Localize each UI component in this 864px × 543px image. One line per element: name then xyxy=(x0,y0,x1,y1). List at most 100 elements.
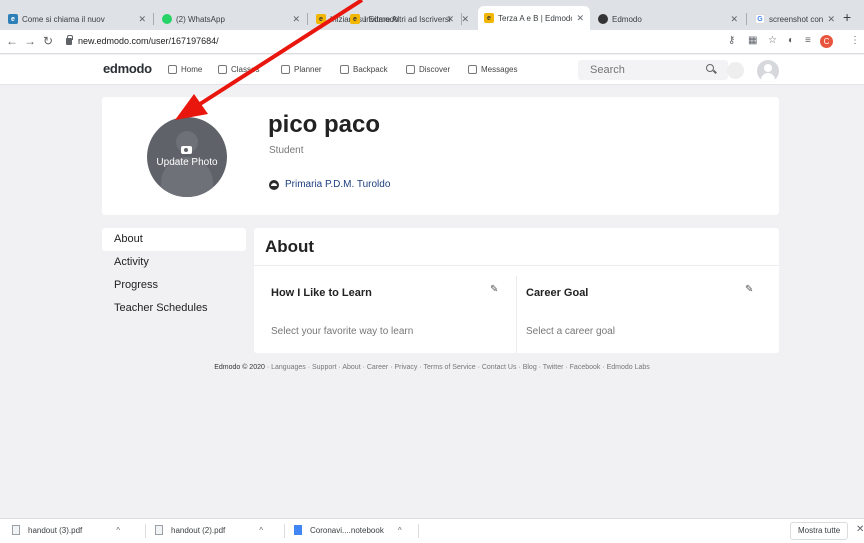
profile-role: Student xyxy=(269,145,304,156)
home-icon xyxy=(168,65,177,74)
browser-tab[interactable]: (2) WhatsApp ✕ xyxy=(156,8,306,30)
planner-icon xyxy=(281,65,290,74)
browser-tab-strip: e Come si chiama il nuov ✕ (2) WhatsApp … xyxy=(0,0,864,30)
logo[interactable]: edmodo xyxy=(103,61,152,76)
chevron-up-icon[interactable]: ^ xyxy=(398,526,402,535)
divider xyxy=(516,276,517,353)
browser-toolbar: ← → ↻ new.edmodo.com/user/167197684/ ⚷ ▦… xyxy=(0,30,864,54)
school-name: Primaria P.D.M. Turoldo xyxy=(285,179,391,190)
discover-icon xyxy=(406,65,415,74)
search-icon[interactable] xyxy=(706,64,714,72)
close-icon[interactable]: ✕ xyxy=(856,524,864,535)
back-arrow-icon[interactable]: ← xyxy=(6,34,18,48)
side-menu-progress[interactable]: Progress xyxy=(102,274,246,297)
nav-label: Discover xyxy=(419,65,451,74)
messages-icon xyxy=(468,65,477,74)
profile-name: pico paco xyxy=(268,111,381,138)
update-photo-button[interactable]: Update Photo xyxy=(147,117,227,197)
tab-title: Edmodo xyxy=(612,14,642,24)
nav-label: Home xyxy=(181,65,203,74)
download-item[interactable]: Coronavi....notebook ^ xyxy=(294,525,402,535)
school-link[interactable]: Primaria P.D.M. Turoldo xyxy=(269,179,390,190)
footer-links[interactable]: Languages · Support · About · Career · P… xyxy=(271,364,650,371)
edmodo-icon: e xyxy=(484,13,494,23)
update-photo-label: Update Photo xyxy=(156,157,218,168)
side-menu-about[interactable]: About xyxy=(102,228,246,251)
notification-icon[interactable] xyxy=(727,62,744,79)
downloads-bar: handout (3).pdf ^ handout (2).pdf ^ Coro… xyxy=(0,518,864,543)
tab-title: Terza A e B | Edmodo xyxy=(498,13,573,23)
close-icon[interactable]: ✕ xyxy=(730,14,738,25)
download-item[interactable]: handout (3).pdf ^ xyxy=(12,525,120,535)
learn-style-placeholder[interactable]: Select your favorite way to learn xyxy=(271,326,413,337)
profile-avatar[interactable]: C xyxy=(820,35,833,48)
career-goal-title: Career Goal xyxy=(526,287,589,299)
tab-title: screenshot con mac xyxy=(769,14,824,24)
tab-title: Invitare Altri ad Iscriversi xyxy=(364,14,451,24)
nav-label: Messages xyxy=(481,65,518,74)
close-icon[interactable]: ✕ xyxy=(138,14,146,25)
footer-brand: Edmodo © 2020 xyxy=(214,364,265,371)
new-tab-button[interactable]: + xyxy=(843,9,851,25)
chevron-up-icon[interactable]: ^ xyxy=(116,526,120,535)
profile-side-menu: About Activity Progress Teacher Schedule… xyxy=(102,228,246,320)
close-icon[interactable]: ✕ xyxy=(461,14,469,25)
close-icon[interactable]: ✕ xyxy=(576,13,584,24)
about-title: About xyxy=(265,237,315,256)
show-all-button[interactable]: Mostra tutte xyxy=(790,522,849,540)
edmodo-icon: e xyxy=(316,14,326,24)
nav-backpack[interactable]: Backpack xyxy=(340,65,388,74)
tab-title: Come si chiama il nuov xyxy=(22,14,105,24)
browser-tab[interactable]: G screenshot con mac ✕ xyxy=(749,8,841,30)
app-navbar: edmodo Home Classes Planner Backpack Dis… xyxy=(0,55,864,85)
nav-classes[interactable]: Classes xyxy=(218,65,259,74)
profile-card: Update Photo pico paco Student Primaria … xyxy=(102,97,779,215)
extension-icon[interactable]: ◐ xyxy=(788,35,794,46)
chevron-up-icon[interactable]: ^ xyxy=(259,526,263,535)
google-icon: G xyxy=(755,14,765,24)
nav-label: Classes xyxy=(231,65,260,74)
nav-discover[interactable]: Discover xyxy=(406,65,450,74)
browser-tab[interactable]: Edmodo ✕ xyxy=(592,8,744,30)
address-bar[interactable]: new.edmodo.com/user/167197684/ xyxy=(78,36,219,46)
close-icon[interactable]: ✕ xyxy=(292,14,300,25)
lock-icon xyxy=(66,35,73,45)
nav-label: Backpack xyxy=(353,65,388,74)
edmodo-icon: e xyxy=(350,14,360,24)
career-goal-placeholder[interactable]: Select a career goal xyxy=(526,326,615,337)
browser-tab[interactable]: e Come si chiama il nuov ✕ xyxy=(2,8,152,30)
star-icon[interactable]: ☆ xyxy=(768,35,777,46)
about-panel: About How I Like to Learn ✎ Select your … xyxy=(254,228,779,353)
search-input[interactable] xyxy=(578,60,728,80)
divider xyxy=(254,265,779,266)
reading-list-icon[interactable]: ≡ xyxy=(805,35,811,46)
browser-tab[interactable]: e Invitare Altri ad Iscriversi ✕ xyxy=(344,8,475,30)
reload-icon[interactable]: ↻ xyxy=(43,34,53,48)
tab-title: (2) WhatsApp xyxy=(176,14,225,24)
translate-icon[interactable]: ▦ xyxy=(748,35,757,46)
avatar[interactable] xyxy=(757,60,779,82)
close-icon[interactable]: ✕ xyxy=(827,14,835,25)
classes-icon xyxy=(218,65,227,74)
nav-home[interactable]: Home xyxy=(168,65,202,74)
nav-planner[interactable]: Planner xyxy=(281,65,322,74)
pencil-icon[interactable]: ✎ xyxy=(745,284,753,295)
browser-tab-active[interactable]: e Terza A e B | Edmodo ✕ xyxy=(478,6,590,30)
backpack-icon xyxy=(340,65,349,74)
forward-arrow-icon[interactable]: → xyxy=(24,34,36,48)
key-icon[interactable]: ⚷ xyxy=(728,35,735,46)
notebook-file-icon xyxy=(294,525,302,535)
edmodo-icon: e xyxy=(8,14,18,24)
pencil-icon[interactable]: ✎ xyxy=(490,284,498,295)
side-menu-activity[interactable]: Activity xyxy=(102,251,246,274)
download-filename: handout (3).pdf xyxy=(28,525,83,535)
menu-icon[interactable]: ⋮ xyxy=(850,35,860,46)
download-item[interactable]: handout (2).pdf ^ xyxy=(155,525,263,535)
camera-icon xyxy=(181,146,192,154)
pdf-file-icon xyxy=(12,525,20,535)
nav-messages[interactable]: Messages xyxy=(468,65,517,74)
learn-style-title: How I Like to Learn xyxy=(271,287,372,299)
whatsapp-icon xyxy=(162,14,172,24)
edmodo-circle-icon xyxy=(598,14,608,24)
side-menu-teacher-schedules[interactable]: Teacher Schedules xyxy=(102,297,246,320)
